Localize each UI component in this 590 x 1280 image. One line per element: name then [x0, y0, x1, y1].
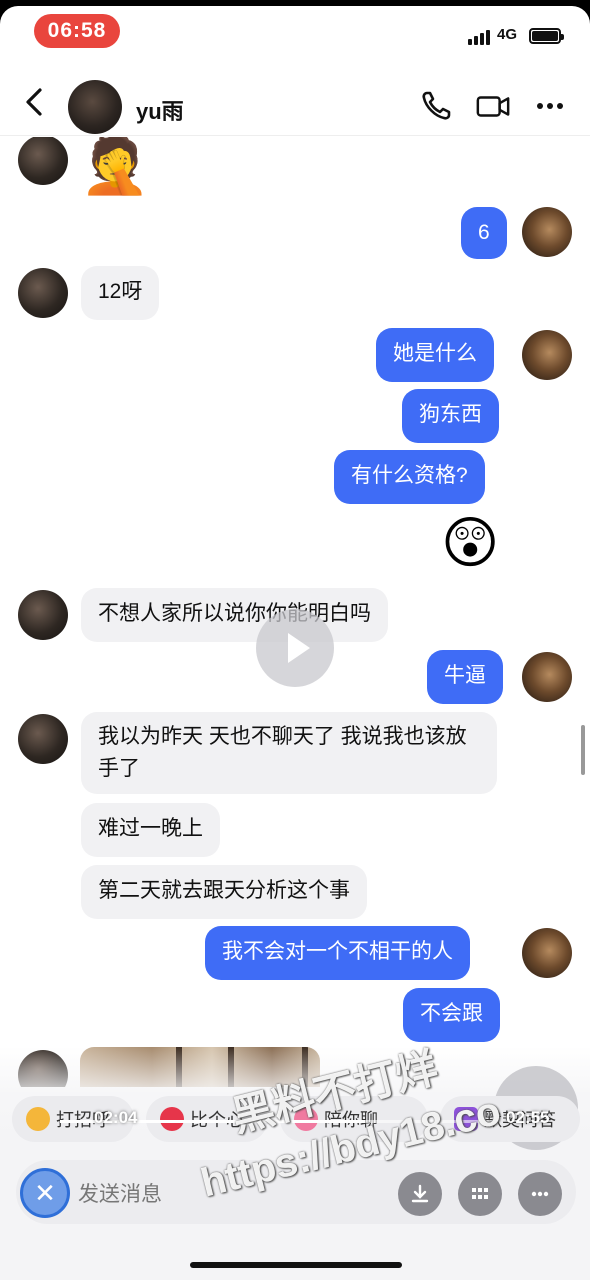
heart-icon [160, 1107, 184, 1131]
wave-icon [26, 1107, 50, 1131]
contact-avatar-small[interactable] [18, 137, 68, 185]
scrollbar[interactable] [581, 725, 585, 775]
message-bubble-incoming[interactable]: 12呀 [81, 266, 160, 320]
download-icon[interactable] [398, 1172, 442, 1216]
my-avatar[interactable] [522, 207, 572, 257]
grid-icon[interactable] [458, 1172, 502, 1216]
message-bubble-outgoing[interactable]: 牛逼 [427, 650, 503, 704]
message-bubble-outgoing[interactable]: 我不会对一个不相干的人 [205, 926, 470, 980]
signal-icon [468, 30, 490, 45]
my-avatar[interactable] [522, 928, 572, 978]
contact-name[interactable]: yu雨 [136, 94, 184, 126]
back-icon[interactable] [20, 86, 50, 118]
shocked-emoji: 😲 [441, 511, 500, 574]
video-current-time: 02:04 [94, 1108, 138, 1127]
contact-avatar-small[interactable] [18, 714, 68, 764]
message-bubble-outgoing[interactable]: 她是什么 [376, 328, 494, 382]
play-icon[interactable] [256, 609, 334, 687]
contact-avatar-small[interactable] [18, 590, 68, 640]
message-bubble-incoming[interactable]: 我以为昨天 天也不聊天了 我说我也该放手了 [81, 712, 497, 794]
phone-icon[interactable] [418, 88, 454, 124]
message-bubble-outgoing[interactable]: 狗东西 [402, 389, 499, 443]
message-list[interactable]: 🤦 6 12呀 她是什么 狗东西 有什么资格? 😲 不想人家所以说你你能明白吗 … [0, 137, 590, 1087]
chat-header: yu雨 [0, 68, 590, 136]
close-icon[interactable]: ✕ [20, 1168, 70, 1218]
status-time: 06:58 [34, 14, 120, 48]
more-icon[interactable] [532, 88, 568, 124]
message-bubble-outgoing[interactable]: 有什么资格? [334, 450, 485, 504]
video-total-time: 02:55 [506, 1108, 550, 1127]
battery-icon [529, 28, 564, 44]
chat-screen: 06:58 4G yu雨 🤦 6 12呀 她是什么 狗东西 有什么资格? 😲 不… [0, 6, 590, 1280]
my-avatar[interactable] [522, 652, 572, 702]
home-indicator[interactable] [190, 1262, 402, 1268]
status-bar: 06:58 4G [0, 6, 590, 66]
message-input[interactable]: 发送消息 [78, 1178, 162, 1208]
contact-avatar-small[interactable] [18, 268, 68, 318]
facepalm-emoji: 🤦 [80, 137, 150, 196]
more-options-icon[interactable] [518, 1172, 562, 1216]
message-bubble-outgoing[interactable]: 6 [461, 207, 507, 259]
network-label: 4G [497, 26, 518, 43]
message-bubble-incoming[interactable]: 不想人家所以说你你能明白吗 [81, 588, 388, 642]
video-call-icon[interactable] [475, 88, 511, 124]
message-bubble-incoming[interactable]: 难过一晚上 [81, 803, 220, 857]
message-bubble-incoming[interactable]: 第二天就去跟天分析这个事 [81, 865, 367, 919]
contact-avatar[interactable] [68, 80, 122, 134]
my-avatar[interactable] [522, 330, 572, 380]
